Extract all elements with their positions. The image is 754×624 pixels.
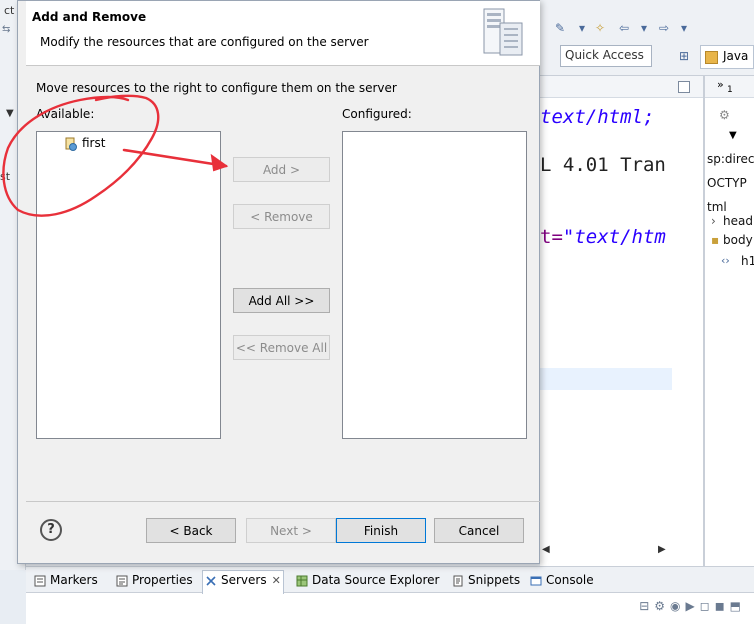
outline-item[interactable]: head (723, 214, 753, 228)
configured-label: Configured: (342, 107, 412, 121)
outline-item[interactable]: sp:direc (707, 152, 754, 166)
open-perspective-icon[interactable]: ⊞ (676, 48, 692, 64)
outline-header: » 1 (705, 76, 754, 98)
bottom-panel: Markers Properties Servers ✕ Data Source … (26, 566, 754, 624)
instruction-text: Move resources to the right to configure… (36, 81, 397, 95)
tab-label: Console (546, 573, 594, 587)
expand-head-icon[interactable]: › (711, 214, 716, 228)
properties-icon (116, 575, 128, 587)
snippets-icon (453, 575, 463, 587)
code-editor[interactable]: text/html; L 4.01 Tran t="text/htm ◀ ▶ (540, 76, 704, 566)
left-fragment-1: ct (4, 4, 15, 17)
markers-icon (34, 575, 46, 587)
left-fragment-2: st (0, 170, 11, 183)
add-remove-dialog: Add and Remove Modify the resources that… (17, 0, 540, 564)
outline-menu-icon[interactable]: ▼ (729, 130, 737, 141)
finish-button[interactable]: Finish (336, 518, 426, 543)
remove-all-button[interactable]: << Remove All (233, 335, 330, 360)
outline-item[interactable]: tml (707, 200, 727, 214)
h1-tag-icon: ‹› (721, 254, 730, 267)
data-source-icon (296, 575, 308, 587)
java-perspective-button[interactable]: Java (700, 45, 754, 69)
available-label: Available: (36, 107, 95, 121)
footer-separator (26, 501, 540, 502)
tab-properties[interactable]: Properties (114, 571, 195, 591)
server-panel-toolbar[interactable]: ⊟⚙◉▶◻◼⬒ (639, 599, 746, 613)
tab-label: Servers (221, 573, 267, 587)
tab-console[interactable]: Console (528, 571, 596, 591)
tab-markers[interactable]: Markers (32, 571, 100, 591)
servers-icon (206, 576, 216, 586)
tab-snippets[interactable]: Snippets (450, 571, 522, 591)
toolbar-edit-icon[interactable]: ✎ (552, 20, 568, 36)
web-project-icon (65, 137, 77, 151)
cancel-button[interactable]: Cancel (434, 518, 524, 543)
toolbar-back-icon[interactable]: ⇦ (616, 20, 632, 36)
available-list[interactable]: first (36, 131, 221, 439)
dialog-banner: Add and Remove Modify the resources that… (26, 1, 540, 66)
outline-overflow-icon[interactable]: » (717, 78, 724, 91)
code-line-1: text/html; (540, 106, 655, 128)
toolbar-bookmark-icon[interactable]: ✧ (592, 20, 608, 36)
help-icon[interactable]: ? (40, 519, 62, 541)
outline-view: » 1 ⚙ ▼ sp:direc OCTYP tml › head ▪ body… (704, 76, 754, 566)
toolbar-forward-icon[interactable]: ⇨ (656, 20, 672, 36)
tab-label: Snippets (468, 573, 521, 587)
left-strip-icon: ⇆ (2, 24, 11, 35)
console-icon (530, 576, 542, 586)
outline-item[interactable]: body (723, 233, 753, 247)
tab-label: Data Source Explorer (312, 573, 440, 587)
code-string: "text/htm (562, 226, 666, 248)
next-button[interactable]: Next > (246, 518, 336, 543)
outline-filter-icon[interactable]: ⚙ (719, 108, 730, 122)
bottom-tab-bar: Markers Properties Servers ✕ Data Source … (26, 567, 754, 594)
toolbar-forward-menu-icon[interactable]: ▾ (676, 20, 692, 36)
remove-button[interactable]: < Remove (233, 204, 330, 229)
add-all-button[interactable]: Add All >> (233, 288, 330, 313)
tab-servers[interactable]: Servers ✕ (202, 570, 284, 594)
current-line-highlight (540, 368, 672, 390)
toolbar-dropdown-icon[interactable]: ▾ (574, 20, 590, 36)
dialog-description: Modify the resources that are configured… (40, 35, 369, 49)
code-line-3: t="text/htm (540, 226, 666, 248)
dialog-body: Move resources to the right to configure… (26, 67, 540, 501)
tab-label: Properties (132, 573, 193, 587)
code-attr: t= (540, 226, 563, 248)
left-collapse-icon[interactable]: ▼ (6, 108, 14, 119)
configured-list[interactable] (342, 131, 527, 439)
tab-data-source-explorer[interactable]: Data Source Explorer (294, 571, 441, 591)
list-item-first[interactable]: first (65, 136, 106, 151)
perspective-label: Java (723, 49, 749, 63)
toolbar-back-menu-icon[interactable]: ▾ (636, 20, 652, 36)
close-tab-icon[interactable]: ✕ (272, 574, 281, 587)
available-item-label: first (82, 136, 106, 150)
server-banner-icon (483, 8, 523, 56)
outline-item[interactable]: h1 (741, 254, 754, 268)
minimize-icon[interactable] (678, 81, 690, 93)
tab-label: Markers (50, 573, 98, 587)
add-button[interactable]: Add > (233, 157, 330, 182)
outline-item[interactable]: OCTYP (707, 176, 747, 190)
dialog-title: Add and Remove (32, 10, 147, 24)
code-line-2: L 4.01 Tran (540, 154, 666, 176)
quick-access-field[interactable]: Quick Access (560, 45, 652, 67)
editor-header (540, 76, 703, 98)
back-button[interactable]: < Back (146, 518, 236, 543)
body-tag-icon: ▪ (711, 233, 720, 247)
outline-count: 1 (727, 85, 733, 95)
scroll-right-icon[interactable]: ▶ (658, 544, 666, 555)
scroll-left-icon[interactable]: ◀ (542, 544, 550, 555)
